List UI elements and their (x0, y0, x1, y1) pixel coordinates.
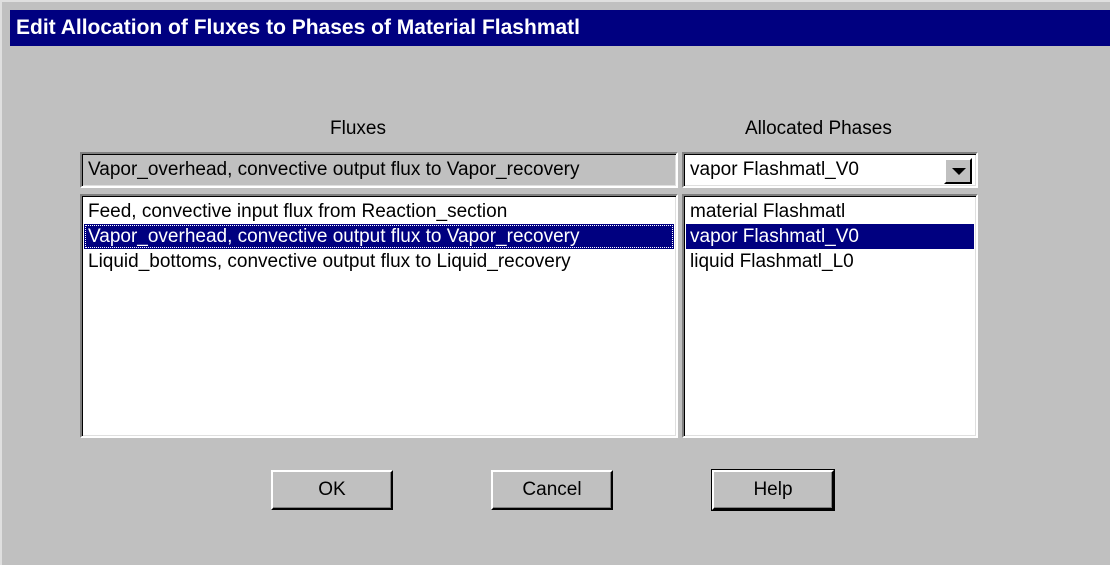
phases-list[interactable]: material Flashmatl vapor Flashmatl_V0 li… (682, 194, 978, 438)
selected-flux-value: Vapor_overhead, convective output flux t… (88, 159, 580, 180)
list-item[interactable]: Vapor_overhead, convective output flux t… (84, 224, 674, 249)
help-button[interactable]: Help (711, 469, 835, 511)
list-item[interactable]: vapor Flashmatl_V0 (686, 224, 974, 249)
fluxes-list[interactable]: Feed, convective input flux from Reactio… (80, 194, 678, 438)
dialog-title: Edit Allocation of Fluxes to Phases of M… (10, 10, 1110, 46)
selected-flux-field: Vapor_overhead, convective output flux t… (80, 152, 678, 188)
dropdown-button[interactable] (944, 158, 972, 184)
list-item[interactable]: liquid Flashmatl_L0 (686, 249, 974, 274)
phase-dropdown-value: vapor Flashmatl_V0 (690, 159, 859, 180)
chevron-down-icon (952, 168, 966, 175)
allocated-phases-header: Allocated Phases (745, 118, 892, 139)
list-item[interactable]: Liquid_bottoms, convective output flux t… (84, 249, 674, 274)
edit-allocation-dialog: Edit Allocation of Fluxes to Phases of M… (0, 0, 1110, 565)
cancel-button[interactable]: Cancel (491, 470, 613, 510)
phase-dropdown[interactable]: vapor Flashmatl_V0 (682, 152, 978, 188)
list-item[interactable]: Feed, convective input flux from Reactio… (84, 199, 674, 224)
list-item[interactable]: material Flashmatl (686, 199, 974, 224)
ok-button[interactable]: OK (271, 470, 393, 510)
fluxes-header: Fluxes (330, 118, 386, 139)
